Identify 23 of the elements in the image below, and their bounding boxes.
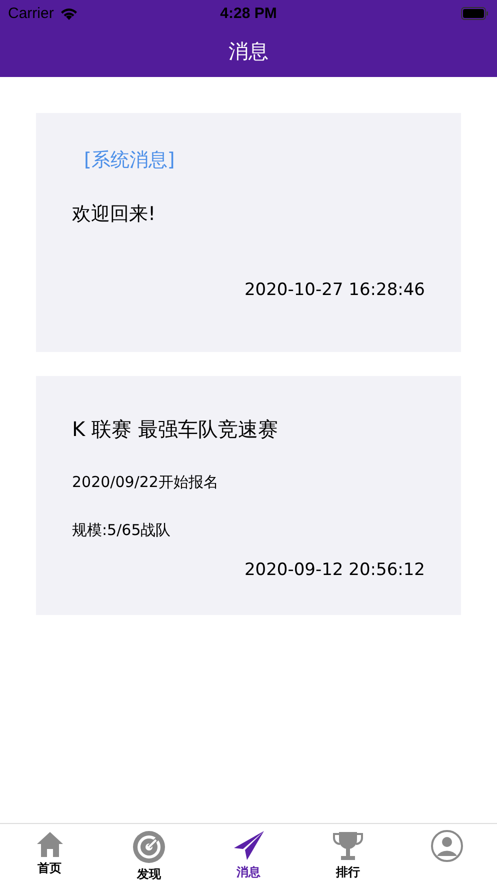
paper-plane-icon: [232, 830, 265, 862]
message-tag: [系统消息]: [84, 147, 175, 173]
message-time: 2020-09-12 20:56:12: [244, 560, 425, 580]
tab-item[interactable]: 消息: [198, 824, 298, 883]
message-time: 2020-10-27 16:28:46: [244, 280, 425, 300]
page-title: 消息: [228, 38, 268, 65]
house-icon: [36, 830, 64, 858]
tab-item[interactable]: 首页: [0, 824, 100, 883]
trophy-icon: [332, 830, 363, 862]
message-card[interactable]: K 联赛 最强车队竞速赛 2020/09/22开始报名 规模:5/65战队 2020-09-12 20:56:12: [36, 376, 461, 615]
tab-item[interactable]: 排行: [298, 824, 398, 883]
message-detail: 2020/09/22开始报名: [72, 473, 218, 492]
message-title: K 联赛 最强车队竞速赛: [72, 416, 278, 443]
message-detail: 规模:5/65战队: [72, 521, 171, 540]
wifi-icon: [60, 6, 78, 20]
status-time: 4:28 PM: [220, 4, 277, 22]
message-card[interactable]: [系统消息] 欢迎回来! 2020-10-27 16:28:46: [36, 113, 461, 352]
message-text: 欢迎回来!: [72, 202, 156, 227]
compass-icon: [132, 830, 166, 864]
user-icon: [431, 830, 464, 862]
tab-item[interactable]: 发现: [99, 824, 199, 883]
battery-icon: [461, 6, 489, 20]
carrier-name: Carrier: [8, 4, 54, 22]
